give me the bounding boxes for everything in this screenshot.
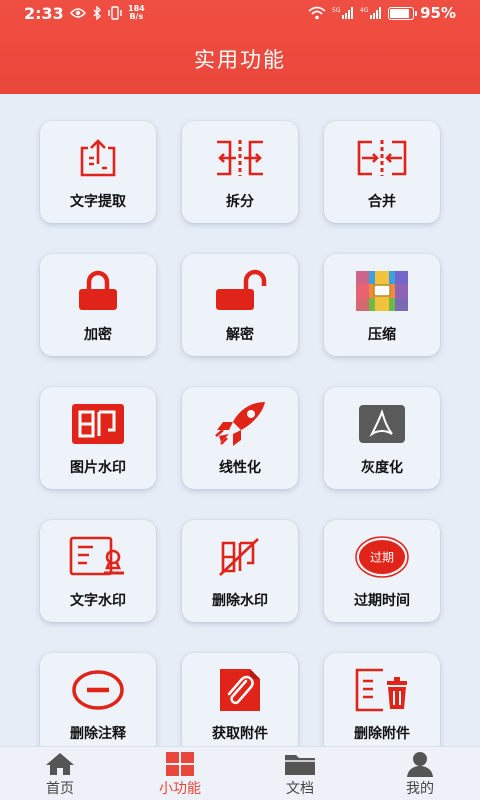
feature-label: 灰度化: [361, 460, 403, 476]
delete-attachment-icon: [355, 668, 407, 712]
bottom-tab-bar: 首页 小功能 文档 我的: [0, 746, 480, 800]
tab-mine[interactable]: 我的: [360, 747, 480, 800]
feature-get-attachment[interactable]: 获取附件: [182, 653, 298, 746]
feature-label: 线性化: [219, 460, 261, 476]
feature-remove-watermark[interactable]: 删除水印: [182, 520, 298, 622]
feature-image-watermark[interactable]: 图片水印: [40, 387, 156, 489]
feature-label: 加密: [84, 327, 112, 343]
feature-label: 压缩: [368, 327, 396, 343]
feature-label: 图片水印: [70, 460, 126, 476]
tab-label: 文档: [286, 781, 314, 797]
feature-linearize[interactable]: 线性化: [182, 387, 298, 489]
feature-encrypt[interactable]: 加密: [40, 254, 156, 356]
tab-label: 我的: [406, 781, 434, 797]
status-time: 2:33: [24, 4, 64, 23]
split-icon: [217, 140, 263, 176]
svg-text:5G: 5G: [332, 7, 341, 14]
app-header: 2:33 184 B/s 5G 4G 95% 实用功能: [0, 0, 480, 94]
feature-decrypt[interactable]: 解密: [182, 254, 298, 356]
battery-percent: 95%: [420, 4, 456, 22]
remove-annotation-icon: [72, 670, 124, 710]
user-icon: [407, 752, 433, 777]
folder-icon: [285, 755, 315, 775]
feature-text-extract[interactable]: 文字提取: [40, 121, 156, 223]
lock-icon: [79, 270, 117, 310]
attachment-icon: [220, 669, 260, 711]
feature-label: 删除水印: [212, 593, 268, 609]
expire-badge-text: 过期: [370, 551, 394, 565]
feature-compress[interactable]: 压缩: [324, 254, 440, 356]
feature-label: 删除注释: [70, 726, 126, 742]
signal-4g-icon: 4G: [360, 7, 382, 19]
feature-label: 拆分: [226, 194, 254, 210]
tab-documents[interactable]: 文档: [240, 747, 360, 800]
grid-icon: [166, 752, 194, 776]
feature-label: 获取附件: [212, 726, 268, 742]
feature-label: 过期时间: [354, 593, 410, 609]
text-watermark-icon: [69, 536, 124, 576]
grayscale-pdf-icon: [359, 405, 405, 443]
feature-expiry[interactable]: 过期 过期时间: [324, 520, 440, 622]
feature-grayscale[interactable]: 灰度化: [324, 387, 440, 489]
tab-label: 小功能: [159, 781, 201, 797]
wifi-icon: [308, 6, 326, 20]
merge-icon: [357, 140, 407, 176]
archive-icon: [356, 271, 408, 311]
feature-split[interactable]: 拆分: [182, 121, 298, 223]
feature-text-watermark[interactable]: 文字水印: [40, 520, 156, 622]
feature-grid: 文字提取 拆分 合并 加密 解密 压缩 图片水印 线性化 灰度化 文字水印 删除…: [0, 94, 480, 746]
feature-remove-annotation[interactable]: 删除注释: [40, 653, 156, 746]
home-icon: [46, 753, 74, 775]
rocket-icon: [215, 402, 265, 446]
tab-small-functions[interactable]: 小功能: [120, 747, 240, 800]
signal-5g-icon: 5G: [332, 7, 354, 19]
status-bar: 2:33 184 B/s 5G 4G 95%: [0, 0, 480, 28]
network-speed: 184 B/s: [128, 4, 145, 21]
feature-merge[interactable]: 合并: [324, 121, 440, 223]
feature-delete-attachment[interactable]: 删除附件: [324, 653, 440, 746]
tab-label: 首页: [46, 781, 74, 797]
svg-text:4G: 4G: [360, 7, 369, 14]
tab-home[interactable]: 首页: [0, 747, 120, 800]
feature-label: 文字水印: [70, 593, 126, 609]
remove-watermark-icon: [219, 538, 259, 576]
expire-icon: 过期: [355, 536, 409, 578]
text-extract-icon: [80, 139, 116, 177]
vibrate-icon: [108, 6, 122, 20]
unlock-icon: [216, 269, 267, 310]
feature-label: 文字提取: [70, 194, 126, 210]
image-stamp-icon: [72, 404, 124, 444]
feature-label: 解密: [226, 327, 254, 343]
eye-icon: [70, 8, 86, 18]
feature-label: 合并: [368, 194, 396, 210]
page-title: 实用功能: [194, 48, 286, 72]
feature-label: 删除附件: [354, 726, 410, 742]
battery-icon: [388, 6, 418, 20]
bluetooth-icon: [93, 6, 101, 20]
